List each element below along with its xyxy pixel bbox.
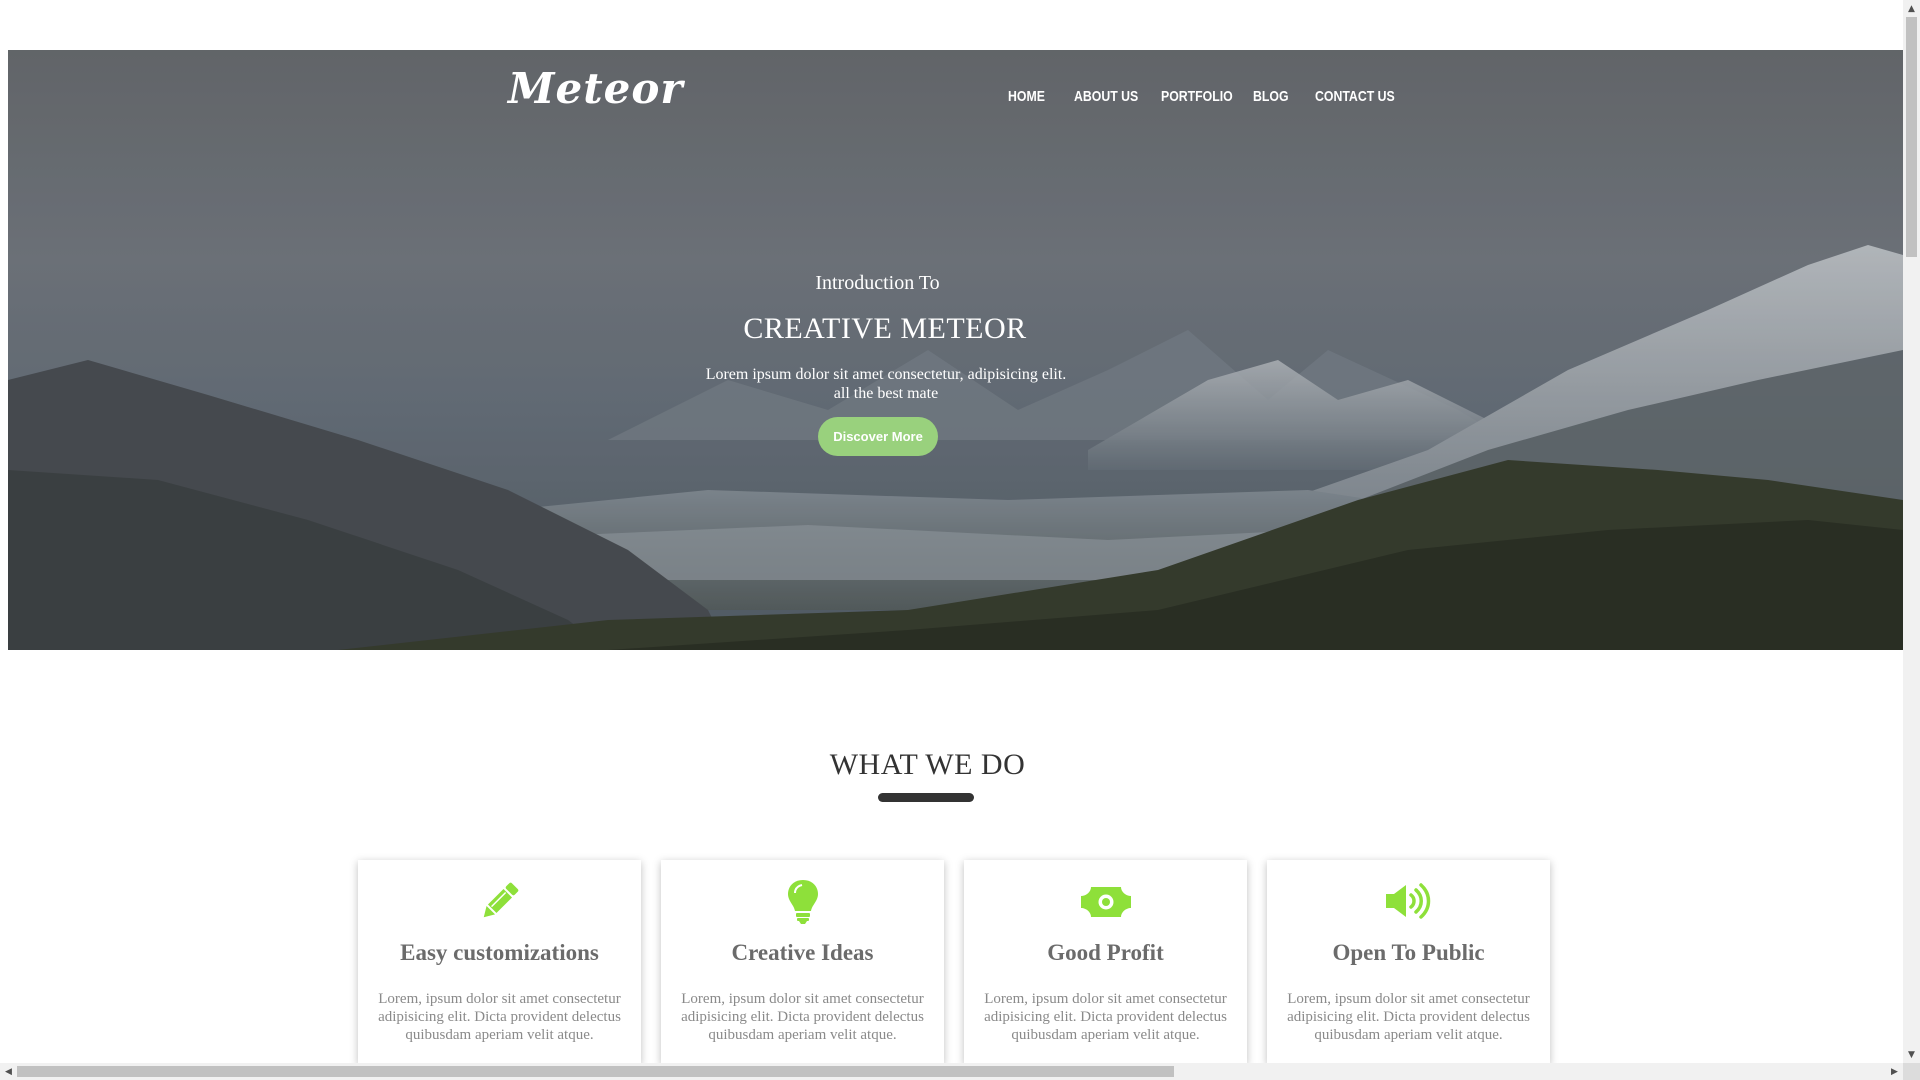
hero-description: Lorem ipsum dolor sit amet consectetur, … [686,365,1086,403]
card-text: Lorem, ipsum dolor sit amet consectetur … [984,991,1227,1043]
card-title: Open To Public [1332,940,1485,965]
lightbulb-icon [661,878,944,924]
vertical-scrollbar-thumb[interactable] [1906,17,1917,257]
vertical-scrollbar[interactable]: ▲ ▼ [1903,0,1920,1063]
scroll-down-arrow-icon[interactable]: ▼ [1903,1046,1920,1063]
service-card: Open To Public Lorem, ipsum dolor sit am… [1267,860,1550,1064]
hero-background-image [8,50,1903,650]
nav-item-contact-us[interactable]: CONTACT US [1315,88,1395,105]
horizontal-scrollbar-thumb[interactable] [17,1066,1174,1077]
hero-section: Meteor HOME ABOUT US PORTFOLIO BLOG CONT… [8,50,1903,650]
service-card: Good Profit Lorem, ipsum dolor sit amet … [964,860,1247,1064]
nav-item-about-us[interactable]: ABOUT US [1074,88,1138,105]
page-viewport: Meteor HOME ABOUT US PORTFOLIO BLOG CONT… [0,0,1920,1080]
horizontal-scrollbar[interactable]: ◀ ▶ [0,1063,1903,1080]
card-text: Lorem, ipsum dolor sit amet consectetur … [681,991,924,1043]
nav-item-home[interactable]: HOME [1008,88,1045,105]
hero-title: CREATIVE METEOR [743,312,1027,345]
scroll-up-arrow-icon[interactable]: ▲ [1903,0,1920,17]
nav-item-blog[interactable]: BLOG [1253,88,1289,105]
site-logo[interactable]: Meteor [508,64,683,113]
service-card: Easy customizations Lorem, ipsum dolor s… [358,860,641,1064]
megaphone-icon [1267,878,1550,924]
card-text: Lorem, ipsum dolor sit amet consectetur … [378,991,621,1043]
section-title: WHAT WE DO [829,748,1026,781]
hero-description-line: all the best mate [833,385,939,402]
pencil-icon [358,878,641,924]
section-title-underline [878,793,974,802]
card-title: Good Profit [1047,940,1164,965]
scrollbar-corner [1903,1063,1920,1080]
money-icon [964,878,1247,924]
discover-more-button[interactable]: Discover More [818,417,938,456]
scroll-right-arrow-icon[interactable]: ▶ [1886,1063,1903,1080]
service-card: Creative Ideas Lorem, ipsum dolor sit am… [661,860,944,1064]
card-title: Creative Ideas [731,940,874,965]
card-title: Easy customizations [400,940,599,965]
hero-intro: Introduction To [815,272,940,294]
card-text: Lorem, ipsum dolor sit amet consectetur … [1287,991,1530,1043]
hero-description-line: Lorem ipsum dolor sit amet consectetur, … [705,366,1067,383]
nav-item-portfolio[interactable]: PORTFOLIO [1161,88,1233,105]
scroll-left-arrow-icon[interactable]: ◀ [0,1063,17,1080]
